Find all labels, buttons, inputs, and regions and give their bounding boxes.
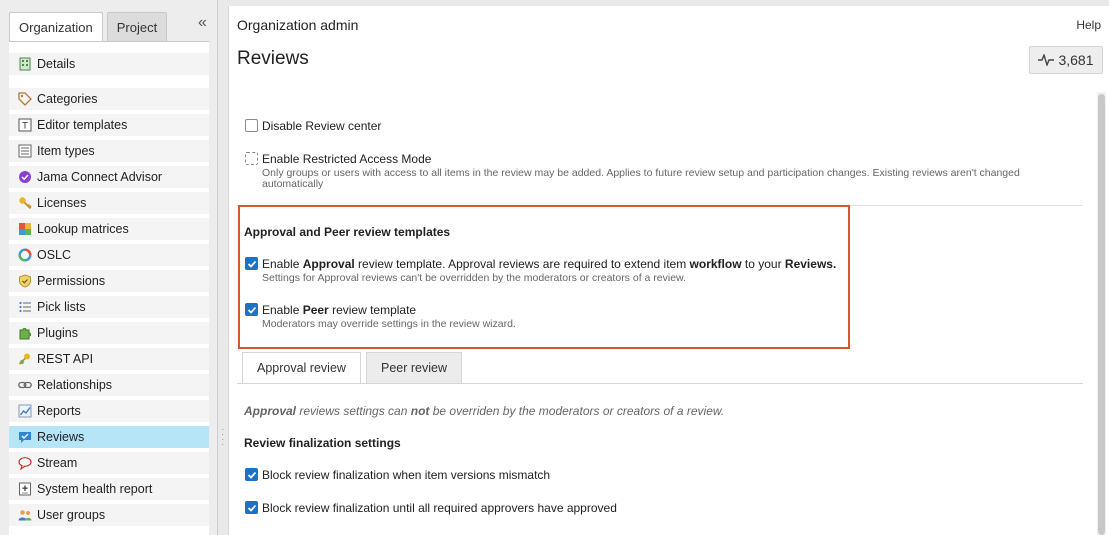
sidebar-item-item-types[interactable]: Item types: [9, 140, 209, 162]
sidebar-item-editor-templates[interactable]: T Editor templates: [9, 114, 209, 136]
puzzle-icon: [17, 326, 32, 341]
restricted-access-label: Enable Restricted Access Mode: [262, 152, 432, 166]
sidebar-item-licenses[interactable]: Licenses: [9, 192, 209, 214]
sidebar-item-categories[interactable]: Categories: [9, 88, 209, 110]
sidebar-item-jama-connect-advisor[interactable]: Jama Connect Advisor: [9, 166, 209, 188]
check-icon: [247, 260, 257, 268]
svg-text:T: T: [21, 122, 28, 132]
tag-icon: [17, 92, 32, 107]
health-icon: [17, 482, 32, 497]
block-version-mismatch-checkbox[interactable]: [245, 468, 258, 481]
scope-tabs: Organization Project: [9, 12, 171, 42]
disable-review-center-label: Disable Review center: [262, 119, 382, 133]
sidebar-item-label: Jama Connect Advisor: [37, 170, 163, 184]
restricted-access-help-cont: automatically: [262, 178, 324, 190]
tab-organization[interactable]: Organization: [9, 12, 103, 42]
sidebar-item-label: Licenses: [37, 196, 87, 210]
check-icon: [247, 306, 257, 314]
panel-splitter-handle[interactable]: · · · ·: [221, 425, 224, 450]
approval-settings-note: Approval reviews settings can not be ove…: [244, 404, 725, 418]
sidebar-item-label: Plugins: [37, 326, 78, 340]
left-panel: Organization Project « Details Categorie…: [0, 0, 218, 535]
restricted-access-checkbox[interactable]: [245, 152, 258, 165]
sidebar-item-oslc[interactable]: OSLC: [9, 244, 209, 266]
chain-icon: [17, 378, 32, 393]
sidebar-item-lookup-matrices[interactable]: Lookup matrices: [9, 218, 209, 240]
sidebar-item-label: Editor templates: [37, 118, 128, 132]
speech-icon: [17, 456, 32, 471]
review-icon: [17, 430, 32, 445]
oslc-icon: [17, 248, 32, 263]
sidebar-item-label: Lookup matrices: [37, 222, 129, 236]
main-panel: Organization admin Help Reviews 3,681 Di…: [228, 6, 1109, 535]
block-until-approved-checkbox[interactable]: [245, 501, 258, 514]
picklist-icon: [17, 300, 32, 315]
enable-approval-template-label: Enable Approval review template. Approva…: [262, 257, 837, 271]
sidebar-item-label: Categories: [37, 92, 98, 106]
sidebar-item-system-health-report[interactable]: System health report: [9, 478, 209, 500]
sidebar-item-reviews[interactable]: Reviews: [9, 426, 209, 448]
sidebar-item-label: Reports: [37, 404, 81, 418]
tab-peer-review[interactable]: Peer review: [366, 352, 462, 384]
sidebar-item-pick-lists[interactable]: Pick lists: [9, 296, 209, 318]
restricted-access-help: Only groups or users with access to all …: [262, 167, 1020, 179]
sidebar-item-label: Reviews: [37, 430, 85, 444]
sidebar-item-label: Relationships: [37, 378, 113, 392]
pulse-icon: [1038, 54, 1055, 66]
key-icon: [17, 196, 32, 211]
building-icon: [17, 57, 32, 72]
section-title: Organization admin: [237, 17, 359, 33]
sidebar-item-label: System health report: [37, 482, 153, 496]
sidebar-item-label: Details: [37, 57, 76, 71]
sidebar-item-user-groups[interactable]: User groups: [9, 504, 209, 526]
approval-template-help: Settings for Approval reviews can't be o…: [262, 272, 686, 284]
finalization-heading: Review finalization settings: [244, 436, 401, 450]
admin-nav: Details Categories T Editor templates It…: [9, 41, 209, 535]
list-icon: [17, 144, 32, 159]
sidebar-item-label: Stream: [37, 456, 78, 470]
sidebar-item-details[interactable]: Details: [9, 53, 209, 75]
enable-approval-template-checkbox[interactable]: [245, 257, 258, 270]
enable-peer-template-label: Enable Peer review template: [262, 303, 417, 317]
sidebar-item-stream[interactable]: Stream: [9, 452, 209, 474]
sidebar-item-plugins[interactable]: Plugins: [9, 322, 209, 344]
activity-count: 3,681: [1058, 52, 1094, 68]
enable-peer-template-checkbox[interactable]: [245, 303, 258, 316]
sidebar-item-reports[interactable]: Reports: [9, 400, 209, 422]
sidebar-item-label: Pick lists: [37, 300, 86, 314]
users-icon: [17, 508, 32, 523]
tab-approval-review[interactable]: Approval review: [242, 352, 361, 384]
tab-underline: [237, 383, 1083, 384]
sidebar-item-relationships[interactable]: Relationships: [9, 374, 209, 396]
block-until-approved-label: Block review finalization until all requ…: [262, 501, 617, 515]
sidebar-item-label: Item types: [37, 144, 95, 158]
check-icon: [247, 471, 257, 479]
sidebar-item-label: REST API: [37, 352, 94, 366]
chart-icon: [17, 404, 32, 419]
sidebar-item-label: Permissions: [37, 274, 106, 288]
collapse-panel-icon[interactable]: «: [198, 14, 207, 32]
peer-template-help: Moderators may override settings in the …: [262, 318, 516, 330]
page-title: Reviews: [237, 48, 309, 69]
matrix-icon: [17, 222, 32, 237]
sidebar-item-permissions[interactable]: Permissions: [9, 270, 209, 292]
shield-icon: [17, 274, 32, 289]
sidebar-item-rest-api[interactable]: REST API: [9, 348, 209, 370]
help-link[interactable]: Help: [1076, 18, 1101, 32]
advisor-icon: [17, 170, 32, 185]
settings-content: Disable Review center Enable Restricted …: [237, 92, 1083, 535]
check-icon: [247, 504, 257, 512]
activity-stats-button[interactable]: 3,681: [1029, 46, 1103, 74]
disable-review-center-checkbox[interactable]: [245, 119, 258, 132]
block-version-mismatch-label: Block review finalization when item vers…: [262, 468, 551, 482]
api-key-icon: [17, 352, 32, 367]
vertical-scrollbar[interactable]: [1097, 92, 1106, 535]
sidebar-item-label: OSLC: [37, 248, 72, 262]
sidebar-item-label: User groups: [37, 508, 106, 522]
template-icon: T: [17, 118, 32, 133]
tab-project[interactable]: Project: [106, 12, 168, 42]
scrollbar-thumb[interactable]: [1098, 94, 1105, 535]
templates-heading: Approval and Peer review templates: [244, 225, 451, 239]
